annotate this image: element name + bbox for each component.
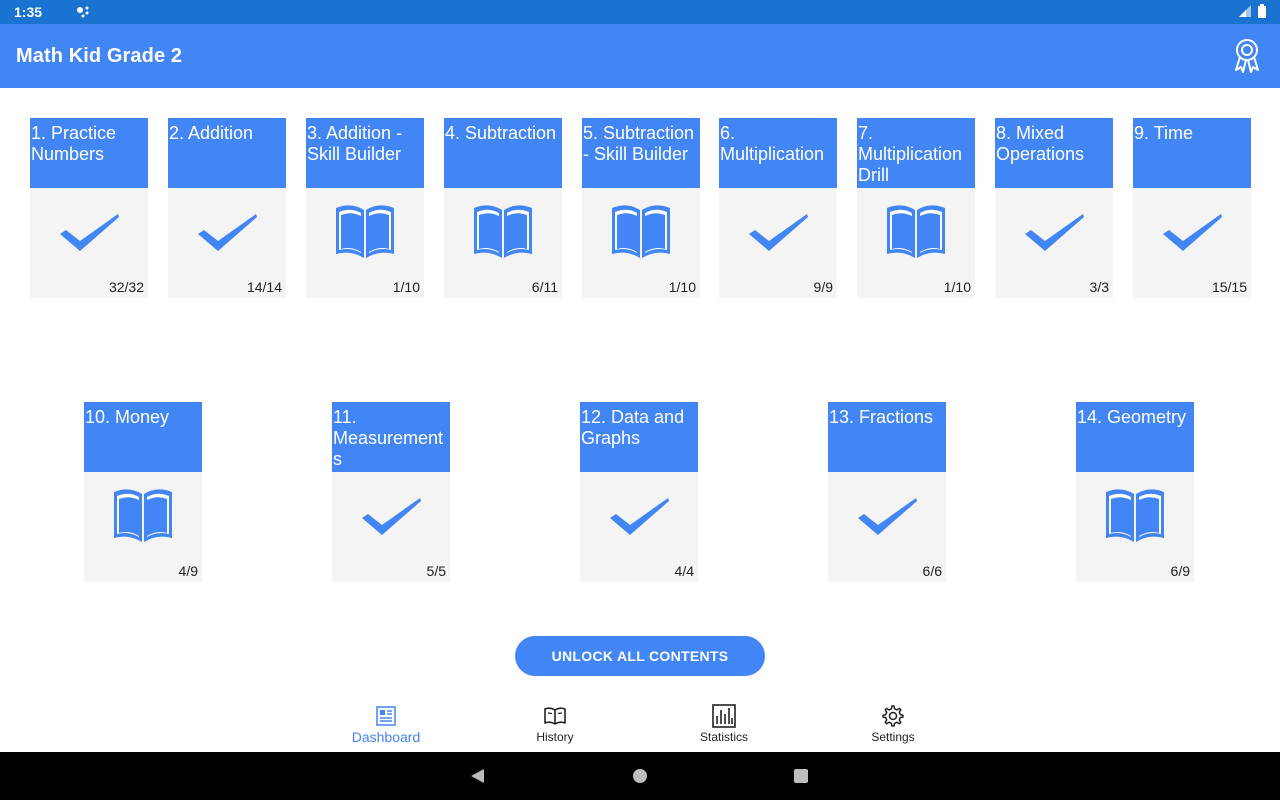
topic-card[interactable]: 10. Money 4/9 [84, 402, 202, 582]
award-ribbon-icon[interactable] [1232, 38, 1262, 74]
topic-card-title: 4. Subtraction [444, 118, 562, 188]
topic-card-body: 1/10 [306, 188, 424, 298]
topic-card[interactable]: 12. Data and Graphs 4/4 [580, 402, 698, 582]
topic-card-body: 3/3 [995, 188, 1113, 298]
system-navigation-bar [0, 752, 1280, 800]
topic-card[interactable]: 8. Mixed Operations 3/3 [995, 118, 1113, 298]
topic-card-progress: 6/11 [531, 279, 558, 295]
topic-card-progress: 6/6 [922, 563, 942, 579]
topic-card[interactable]: 13. Fractions 6/6 [828, 402, 946, 582]
topic-card-title: 1. Practice Numbers [30, 118, 148, 188]
back-icon[interactable] [470, 768, 486, 784]
topic-card-body: 9/9 [719, 188, 837, 298]
topic-card-title: 3. Addition - Skill Builder [306, 118, 424, 188]
topic-card-progress: 6/9 [1170, 563, 1190, 579]
book-icon [1106, 489, 1164, 542]
topic-card-progress: 15/15 [1211, 279, 1247, 295]
topic-card-title: 6. Multiplication [719, 118, 837, 188]
status-bar: 1:35 [0, 0, 1280, 24]
checkmark-icon [1025, 214, 1084, 251]
home-icon[interactable] [633, 769, 647, 783]
notification-dots-icon [77, 6, 89, 18]
topic-card-progress: 1/10 [392, 279, 420, 295]
bar-chart-icon [712, 704, 736, 728]
recent-apps-icon[interactable] [794, 769, 808, 783]
checkmark-icon [749, 214, 808, 251]
topic-card-body: 32/32 [30, 188, 148, 298]
topic-card-title: 11. Measurements [332, 402, 450, 472]
nav-statistics-label: Statistics [699, 730, 748, 744]
topic-card-body: 14/14 [168, 188, 286, 298]
topic-card-progress: 14/14 [246, 279, 282, 295]
topic-card-title: 9. Time [1133, 118, 1251, 188]
topic-card[interactable]: 14. Geometry 6/9 [1076, 402, 1194, 582]
nav-dashboard-label: Dashboard [351, 729, 421, 745]
topic-card-progress: 1/10 [943, 279, 971, 295]
nav-history[interactable]: History [495, 696, 615, 752]
topic-card-title: 5. Subtraction - Skill Builder [582, 118, 700, 188]
topic-card-body: 4/9 [84, 472, 202, 582]
topic-card-body: 15/15 [1133, 188, 1251, 298]
nav-settings-label: Settings [871, 730, 915, 744]
topic-card[interactable]: 2. Addition 14/14 [168, 118, 286, 298]
nav-history-label: History [536, 730, 574, 744]
topic-card-progress: 3/3 [1089, 279, 1109, 295]
topic-card-body: 6/9 [1076, 472, 1194, 582]
topic-card[interactable]: 4. Subtraction 6/11 [444, 118, 562, 298]
nav-statistics[interactable]: Statistics [664, 696, 784, 752]
topic-card[interactable]: 11. Measurements 5/5 [332, 402, 450, 582]
open-book-icon [544, 707, 566, 725]
book-icon [114, 489, 172, 542]
status-right [1238, 4, 1266, 18]
topic-card-progress: 5/5 [426, 563, 446, 579]
topic-card-progress: 1/10 [668, 279, 696, 295]
topic-card[interactable]: 1. Practice Numbers 32/32 [30, 118, 148, 298]
topic-card-title: 8. Mixed Operations [995, 118, 1113, 188]
topic-card-body: 6/6 [828, 472, 946, 582]
book-icon [336, 205, 394, 258]
topic-card[interactable]: 6. Multiplication 9/9 [719, 118, 837, 298]
app-title: Math Kid Grade 2 [16, 45, 183, 67]
topic-grid: 1. Practice Numbers 32/32 2. Addition 14/14… [0, 88, 1280, 628]
topic-card-title: 14. Geometry [1076, 402, 1194, 472]
app-bar: Math Kid Grade 2 [0, 24, 1280, 88]
topic-card-progress: 32/32 [108, 279, 144, 295]
checkmark-icon [610, 498, 669, 535]
status-time: 1:35 [14, 4, 43, 20]
bottom-navigation: Dashboard History Statistics Settings [300, 696, 980, 752]
book-icon [612, 205, 670, 258]
checkmark-icon [858, 498, 917, 535]
topic-card-body: 6/11 [444, 188, 562, 298]
book-icon [474, 205, 532, 258]
topic-card-title: 12. Data and Graphs [580, 402, 698, 472]
topic-card[interactable]: 3. Addition - Skill Builder 1/10 [306, 118, 424, 298]
topic-card-title: 2. Addition [168, 118, 286, 188]
topic-card-body: 1/10 [582, 188, 700, 298]
checkmark-icon [362, 498, 421, 535]
topic-card-title: 10. Money [84, 402, 202, 472]
topic-card-progress: 4/4 [674, 563, 694, 579]
checkmark-icon [60, 214, 119, 251]
signal-icon [1239, 5, 1251, 17]
topic-card-title: 13. Fractions [828, 402, 946, 472]
topic-card-progress: 4/9 [178, 563, 198, 579]
topic-card[interactable]: 9. Time 15/15 [1133, 118, 1251, 298]
checkmark-icon [1163, 214, 1222, 251]
dashboard-icon [376, 706, 396, 726]
nav-settings[interactable]: Settings [833, 696, 953, 752]
battery-icon [1258, 4, 1266, 18]
topic-card[interactable]: 7. Multiplication Drill 1/10 [857, 118, 975, 298]
nav-dashboard[interactable]: Dashboard [326, 696, 446, 752]
unlock-all-contents-button[interactable]: UNLOCK ALL CONTENTS [515, 636, 765, 676]
book-icon [887, 205, 945, 258]
topic-card[interactable]: 5. Subtraction - Skill Builder 1/10 [582, 118, 700, 298]
topic-card-progress: 9/9 [813, 279, 833, 295]
checkmark-icon [198, 214, 257, 251]
gear-icon [882, 705, 904, 727]
topic-card-title: 7. Multiplication Drill [857, 118, 975, 188]
topic-card-body: 4/4 [580, 472, 698, 582]
topic-card-body: 1/10 [857, 188, 975, 298]
topic-card-body: 5/5 [332, 472, 450, 582]
